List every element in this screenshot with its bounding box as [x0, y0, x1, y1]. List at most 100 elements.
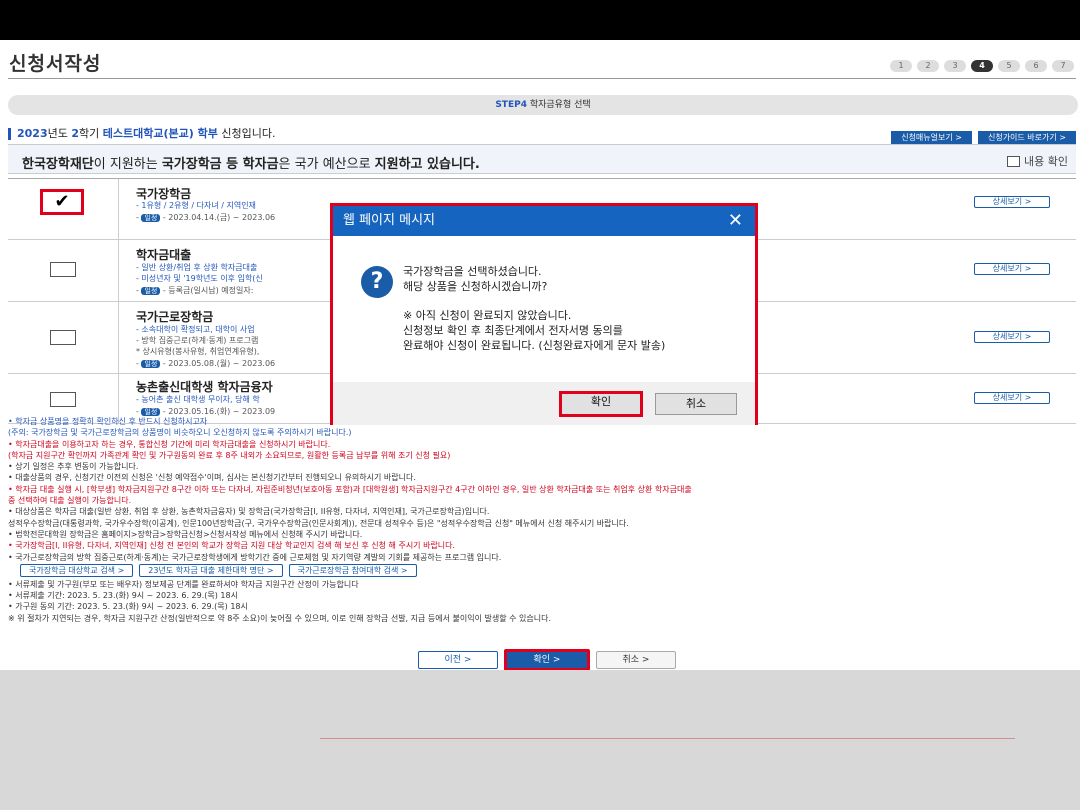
step-bar: STEP4 학자금유형 선택: [8, 95, 1078, 115]
step-4-current: 4: [971, 60, 993, 72]
banner-p2: 이 지원하는: [93, 157, 162, 172]
step-number: STEP4: [495, 100, 527, 110]
student-loan-checkbox[interactable]: [50, 262, 76, 277]
product-schedule: - 일정 - 2023.05.08.(월) ~ 2023.06: [136, 359, 276, 368]
product-schedule: - 일정 - 2023.04.14.(금) ~ 2023.06: [136, 213, 276, 222]
step-indicator: 1 2 3 4 5 6 7: [890, 60, 1074, 72]
note-line: • 법학전문대학원 장학금은 홈페이지>장학금>장학금신청>신청서작성 메뉴에서…: [8, 529, 363, 539]
dialog-footer: 확인 취소: [333, 382, 755, 425]
search-links: 국가장학금 대상학교 검색 > 23년도 학자금 대출 제한대학 명단 > 국가…: [20, 563, 1078, 577]
page-title: 신청서작성: [9, 53, 102, 75]
target-school-search-link[interactable]: 국가장학금 대상학교 검색 >: [20, 563, 134, 577]
step-7: 7: [1052, 60, 1074, 72]
row-divider: [118, 240, 119, 301]
product-title: 국가근로장학금: [136, 310, 214, 324]
guide-buttons: 신청매뉴얼보기 > 신청가이드 바로가기 >: [891, 131, 1076, 144]
row-divider: [118, 179, 119, 239]
step-5: 5: [998, 60, 1020, 72]
dialog-line-4: 신청정보 확인 후 최종단계에서 전자서명 동의를: [403, 324, 623, 337]
dialog-cancel-button[interactable]: 취소: [655, 393, 737, 415]
note-line: • 서류제출 기간: 2023. 5. 23.(화) 9시 ~ 2023. 6.…: [8, 591, 238, 601]
row-divider: [118, 302, 119, 373]
schedule-dates: - 2023.04.14.(금) ~ 2023.06: [162, 213, 276, 222]
notice-banner: 한국장학재단이 지원하는 국가장학금 등 학자금은 국가 예산으로 지원하고 있…: [8, 144, 1076, 174]
info-year-text: 년도: [47, 127, 72, 140]
loan-restricted-list-link[interactable]: 23년도 학자금 대출 제한대학 명단 >: [139, 563, 283, 577]
note-line: • 상기 일정은 추후 변동이 가능합니다.: [8, 462, 139, 472]
dialog-line-2: 해당 상품을 신청하시겠습니까?: [403, 280, 548, 293]
title-divider: [8, 78, 1076, 79]
step-2: 2: [917, 60, 939, 72]
dialog-title: 웹 페이지 메시지: [343, 213, 435, 228]
schedule-dates: - 등록금(일시납) 예정일자:: [162, 286, 254, 295]
product-desc: - 농어촌 출신 대학생 무이자, 당해 학: [136, 395, 260, 404]
schedule-badge: 일정: [141, 408, 161, 416]
note-line: 성적우수장학금(대통령과학, 국가우수장학(이공계), 인문100년장학금(구,…: [8, 518, 629, 528]
schedule-badge: 일정: [141, 287, 161, 295]
checkmark-icon: ✔: [54, 191, 70, 212]
note-line: • 국가장학금[I, II유형, 다자녀, 지역인재] 신청 전 본인의 학교가…: [8, 541, 456, 551]
product-desc: - 1유형 / 2유형 / 다자녀 / 지역인재: [136, 201, 256, 210]
content-confirm[interactable]: 내용 확인: [1007, 153, 1068, 169]
close-icon[interactable]: ✕: [728, 206, 743, 236]
product-title: 농촌출신대학생 학자금융자: [136, 380, 273, 394]
note-line: • 가구원 동의 기간: 2023. 5. 23.(화) 9시 ~ 2023. …: [8, 602, 248, 612]
schedule-dates: - 2023.05.08.(월) ~ 2023.06: [162, 359, 276, 368]
note-line: • 대출상품의 경우, 신청기간 이전의 신청은 '신청 예약접수'이며, 심사…: [8, 473, 416, 483]
info-semester-text: 학기: [79, 127, 103, 140]
dialog-ok-button[interactable]: 확인: [559, 391, 643, 417]
product-desc-2: - 방학 집중근로(하계·동계) 프로그램: [136, 336, 259, 345]
banner-text: 한국장학재단이 지원하는 국가장학금 등 학자금은 국가 예산으로 지원하고 있…: [22, 153, 480, 172]
product-title: 학자금대출: [136, 248, 192, 262]
screen: 신청서작성 1 2 3 4 5 6 7 STEP4 학자금유형 선택 2023년…: [0, 0, 1080, 810]
note-line: (학자금 지원구간 확인까지 가족관계 확인 및 가구원동의 완료 후 8주 내…: [8, 450, 451, 460]
banner-p5: 지원하고 있습니다.: [374, 157, 480, 172]
product-schedule: - 일정 - 등록금(일시납) 예정일자:: [136, 286, 254, 295]
dialog-titlebar: 웹 페이지 메시지 ✕: [333, 206, 755, 236]
product-desc: - 소속대학이 확정되고, 대학이 사업: [136, 325, 255, 334]
dialog-line-5: 완료해야 신청이 완료됩니다. (신청완료자에게 문자 발송): [403, 339, 666, 352]
product-desc: - 일반 상환/취업 후 상환 학자금대출: [136, 263, 258, 272]
prev-button[interactable]: 이전 >: [418, 651, 498, 669]
note-line: • 대상상품은 학자금 대출(일반 상환, 취업 후 상환, 농촌학자금융자) …: [8, 507, 490, 517]
question-icon: ?: [361, 266, 393, 298]
schedule-badge: 일정: [141, 360, 161, 368]
web-page-message-dialog: 웹 페이지 메시지 ✕ ? 국가장학금을 선택하셨습니다. 해당 상품을 신청하…: [330, 203, 758, 425]
info-suffix: 신청입니다.: [217, 127, 276, 140]
detail-button[interactable]: 상세보기 >: [974, 331, 1050, 343]
step-3: 3: [944, 60, 966, 72]
step-1: 1: [890, 60, 912, 72]
note-line: 중 선택하여 대출 실행이 가능합니다.: [8, 496, 132, 506]
national-scholarship-checkbox[interactable]: ✔: [40, 189, 84, 215]
cancel-button[interactable]: 취소 >: [596, 651, 676, 669]
content-confirm-label: 내용 확인: [1024, 155, 1068, 168]
banner-p1: 한국장학재단: [22, 157, 94, 172]
dialog-line-3: ※ 아직 신청이 완료되지 않았습니다.: [403, 309, 572, 322]
note-line: • 학자금 대출 실행 시, [학부생] 학자금지원구간 8구간 이하 또는 다…: [8, 484, 692, 494]
dialog-line-1: 국가장학금을 선택하셨습니다.: [403, 265, 542, 278]
info-semester: 2: [71, 127, 80, 140]
note-line: • 학자금대출을 이용하고자 하는 경우, 통합신청 기간에 미리 학자금대출을…: [8, 439, 331, 449]
info-school: 테스트대학교(본교) 학부: [102, 127, 218, 140]
schedule-dates: - 2023.05.16.(화) ~ 2023.09: [162, 407, 276, 416]
step-6: 6: [1025, 60, 1047, 72]
bottom-area: [0, 670, 1080, 810]
banner-p4: 은 국가 예산으로: [278, 157, 375, 172]
detail-button[interactable]: 상세보기 >: [974, 392, 1050, 404]
notice-list: • 학자금 상품명을 정확히 확인하신 후 반드시 신청하시고자 (주의: 국가…: [8, 416, 1078, 624]
confirm-button[interactable]: 확인 >: [504, 649, 590, 671]
note-line: (주의: 국가장학금 및 국가근로장학금의 상품명이 비슷하오니 오신청하지 않…: [8, 428, 352, 438]
detail-button[interactable]: 상세보기 >: [974, 263, 1050, 275]
step-label: 학자금유형 선택: [529, 100, 591, 110]
schedule-badge: 일정: [141, 214, 161, 222]
detail-button[interactable]: 상세보기 >: [974, 196, 1050, 208]
note-line: • 국가근로장학금의 방학 집중근로(하계·동계)는 국가근로장학생에게 방학기…: [8, 552, 502, 562]
guide-button[interactable]: 신청가이드 바로가기 >: [977, 131, 1076, 144]
note-line: ※ 위 절차가 지연되는 경우, 학자금 지원구간 산정(일반적으로 약 8주 …: [8, 613, 552, 623]
manual-button[interactable]: 신청매뉴얼보기 >: [891, 131, 972, 144]
work-school-search-link[interactable]: 국가근로장학금 참여대학 검색 >: [288, 563, 417, 577]
content-confirm-checkbox[interactable]: [1007, 155, 1021, 167]
note-line: • 서류제출 및 가구원(부모 또는 배우자) 정보제공 단계를 완료하셔야 학…: [8, 579, 359, 589]
work-scholarship-checkbox[interactable]: [50, 330, 76, 345]
rural-loan-checkbox[interactable]: [50, 392, 76, 407]
